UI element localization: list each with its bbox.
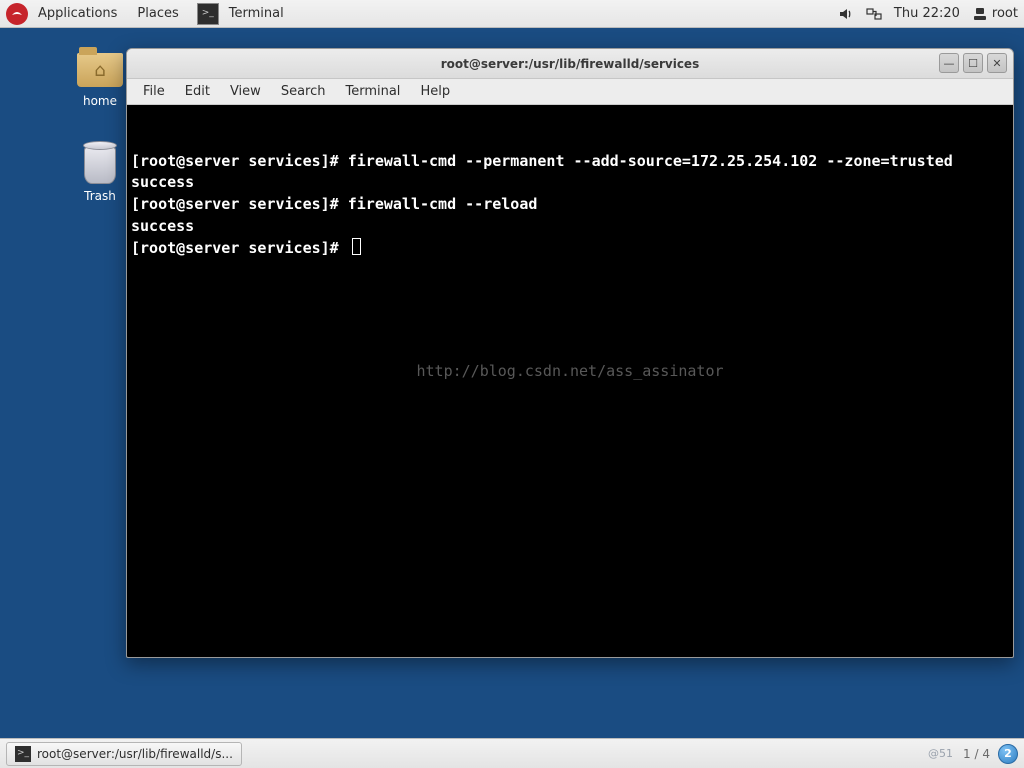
terminal-line: [root@server services]# xyxy=(131,238,1009,260)
menu-help[interactable]: Help xyxy=(410,81,460,102)
panel-app-icon[interactable]: >_ xyxy=(197,3,219,25)
user-label: root xyxy=(992,6,1018,21)
faint-overlay-text: @51 xyxy=(928,747,953,760)
minimize-button[interactable]: — xyxy=(939,53,959,73)
notification-badge[interactable]: 2 xyxy=(998,744,1018,764)
taskbar-terminal-icon: >_ xyxy=(15,746,31,762)
applications-menu[interactable]: Applications xyxy=(28,0,127,27)
places-menu[interactable]: Places xyxy=(127,0,188,27)
folder-icon: ⌂ xyxy=(77,53,123,87)
network-icon[interactable] xyxy=(860,0,888,27)
terminal-line: [root@server services]# firewall-cmd --r… xyxy=(131,194,1009,216)
terminal-window: root@server:/usr/lib/firewalld/services … xyxy=(126,48,1014,658)
menubar: File Edit View Search Terminal Help xyxy=(127,79,1013,105)
clock[interactable]: Thu 22:20 xyxy=(888,0,966,27)
terminal-line: success xyxy=(131,172,1009,194)
bottom-panel: >_ root@server:/usr/lib/firewalld/s... @… xyxy=(0,738,1024,768)
trash-icon xyxy=(84,146,116,184)
window-titlebar[interactable]: root@server:/usr/lib/firewalld/services … xyxy=(127,49,1013,79)
workspace-indicator[interactable]: 1 / 4 xyxy=(955,747,998,761)
taskbar-entry-label: root@server:/usr/lib/firewalld/s... xyxy=(37,747,233,761)
menu-search[interactable]: Search xyxy=(271,81,336,102)
terminal-cursor xyxy=(352,238,361,255)
menu-terminal[interactable]: Terminal xyxy=(335,81,410,102)
panel-app-label[interactable]: Terminal xyxy=(219,0,294,27)
terminal-line: success xyxy=(131,216,1009,238)
volume-icon[interactable] xyxy=(832,0,860,27)
maximize-button[interactable]: ☐ xyxy=(963,53,983,73)
distro-logo-icon[interactable] xyxy=(6,3,28,25)
menu-view[interactable]: View xyxy=(220,81,271,102)
menu-file[interactable]: File xyxy=(133,81,175,102)
top-panel: Applications Places >_ Terminal Thu 22:2… xyxy=(0,0,1024,28)
user-icon xyxy=(972,6,988,22)
watermark-text: http://blog.csdn.net/ass_assinator xyxy=(416,361,723,383)
window-title: root@server:/usr/lib/firewalld/services xyxy=(127,57,1013,71)
user-menu[interactable]: root xyxy=(966,0,1024,27)
menu-edit[interactable]: Edit xyxy=(175,81,220,102)
terminal-line: [root@server services]# firewall-cmd --p… xyxy=(131,151,1009,173)
terminal-viewport[interactable]: [root@server services]# firewall-cmd --p… xyxy=(127,105,1013,657)
close-button[interactable]: ✕ xyxy=(987,53,1007,73)
taskbar-entry[interactable]: >_ root@server:/usr/lib/firewalld/s... xyxy=(6,742,242,766)
